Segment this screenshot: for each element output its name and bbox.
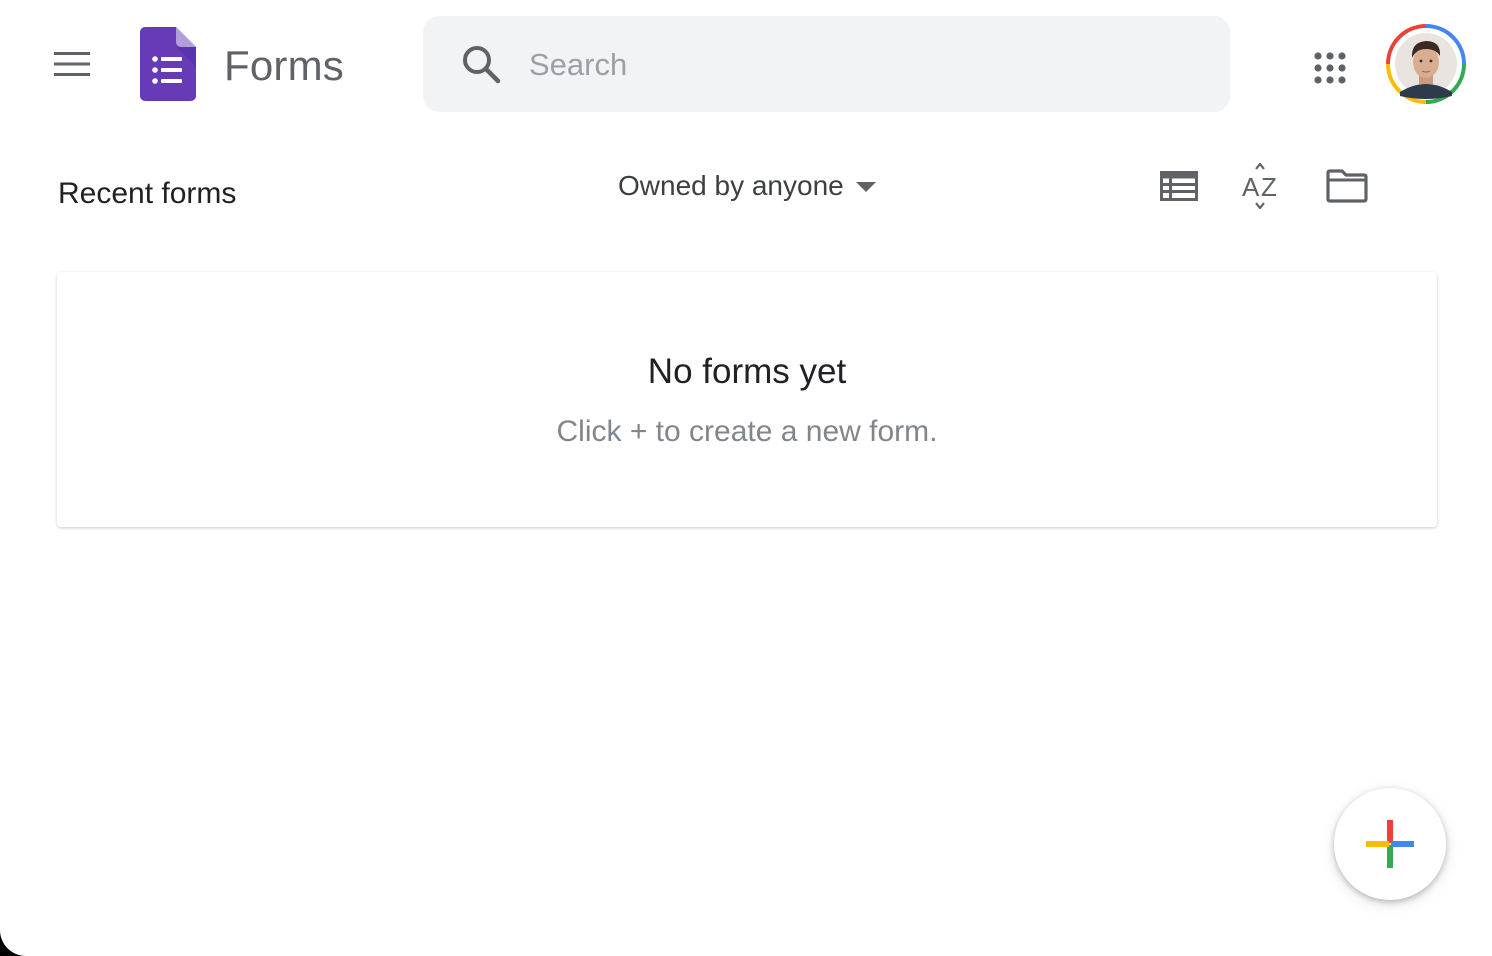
google-forms-logo[interactable] [140, 27, 196, 101]
empty-state-title: No forms yet [647, 352, 847, 391]
create-form-button[interactable] [1334, 788, 1446, 900]
hamburger-menu-icon [54, 52, 90, 76]
window-corner [0, 930, 26, 956]
search-input[interactable] [527, 42, 1191, 88]
search-icon[interactable] [459, 42, 503, 86]
forms-logo-icon [140, 27, 196, 101]
empty-state-subtitle: Click + to create a new form. [556, 415, 938, 448]
open-file-picker-button[interactable] [1321, 160, 1373, 212]
sort-az-icon: A Z [1242, 163, 1277, 209]
section-title: Recent forms [58, 177, 237, 210]
owner-filter-label: Owned by anyone [618, 170, 844, 201]
search-bar[interactable] [423, 16, 1230, 112]
list-view-button[interactable] [1153, 160, 1205, 212]
user-avatar [1386, 24, 1466, 104]
svg-text:Z: Z [1261, 172, 1277, 202]
forms-home-page: Forms Search Recent forms Owned by anyon… [0, 0, 1492, 956]
google-apps-button[interactable] [1302, 40, 1358, 96]
folder-icon [1326, 169, 1368, 203]
owner-filter-dropdown[interactable]: Owned by anyone [606, 162, 888, 210]
caret-down-icon [855, 182, 876, 192]
sort-button[interactable]: A Z [1236, 160, 1288, 212]
empty-state-card: No forms yet Click + to create a new for… [57, 272, 1437, 527]
main-menu-button[interactable] [48, 40, 96, 88]
list-view-icon [1160, 171, 1198, 201]
account-avatar-button[interactable] [1386, 24, 1466, 104]
svg-text:A: A [1242, 172, 1260, 202]
app-title[interactable]: Forms [224, 40, 344, 92]
plus-icon [1366, 820, 1414, 868]
apps-grid-icon [1314, 52, 1346, 84]
